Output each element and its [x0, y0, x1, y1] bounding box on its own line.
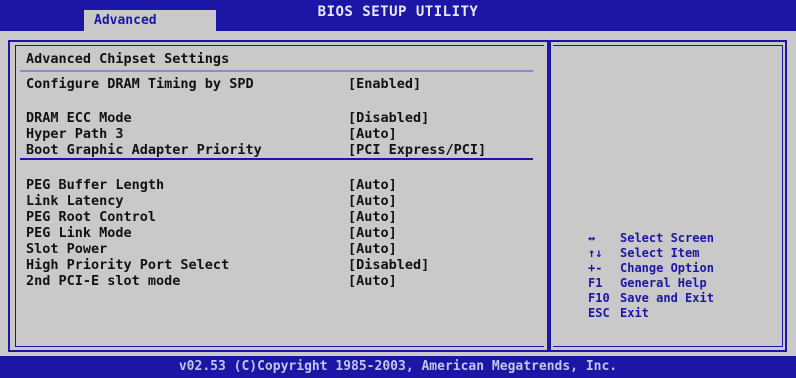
setting-value-hyper-path-3[interactable]: [Auto]: [348, 126, 397, 142]
setting-label-2nd-pcie-slot-mode[interactable]: 2nd PCI-E slot mode: [26, 273, 180, 289]
setting-value-link-latency[interactable]: [Auto]: [348, 193, 397, 209]
left-right-arrow-icon: ↔: [588, 231, 596, 245]
tab-advanced[interactable]: Advanced: [84, 10, 216, 31]
setting-value-slot-power[interactable]: [Auto]: [348, 241, 397, 257]
help-save-and-exit: Save and Exit: [620, 291, 714, 305]
setting-value-dram-timing-spd[interactable]: [Enabled]: [348, 76, 421, 92]
help-general-help: General Help: [620, 276, 707, 290]
setting-label-peg-buffer-length[interactable]: PEG Buffer Length: [26, 177, 164, 193]
f1-key: F1: [588, 276, 603, 290]
up-down-arrow-icon: ↑↓: [588, 246, 603, 260]
setting-label-slot-power[interactable]: Slot Power: [26, 241, 107, 257]
copyright-text: v02.53 (C)Copyright 1985-2003, American …: [178, 359, 618, 374]
setting-label-hyper-path-3[interactable]: Hyper Path 3: [26, 126, 124, 142]
help-change-option: Change Option: [620, 261, 714, 275]
setting-label-boot-graphic-adapter[interactable]: Boot Graphic Adapter Priority: [26, 142, 262, 158]
panel-divider: [547, 40, 550, 352]
setting-label-link-latency[interactable]: Link Latency: [26, 193, 124, 209]
esc-key: ESC: [588, 306, 610, 320]
setting-value-peg-root-control[interactable]: [Auto]: [348, 209, 397, 225]
f10-key: F10: [588, 291, 610, 305]
setting-value-peg-link-mode[interactable]: [Auto]: [348, 225, 397, 241]
setting-label-dram-timing-spd[interactable]: Configure DRAM Timing by SPD: [26, 76, 254, 92]
setting-value-high-priority-port[interactable]: [Disabled]: [348, 257, 429, 273]
setting-label-dram-ecc-mode[interactable]: DRAM ECC Mode: [26, 110, 132, 126]
section-title-underline: [20, 70, 533, 72]
help-select-screen: Select Screen: [620, 231, 714, 245]
setting-value-2nd-pcie-slot-mode[interactable]: [Auto]: [348, 273, 397, 289]
help-exit: Exit: [620, 306, 649, 320]
section-title: Advanced Chipset Settings: [26, 51, 230, 67]
setting-value-peg-buffer-length[interactable]: [Auto]: [348, 177, 397, 193]
setting-label-high-priority-port[interactable]: High Priority Port Select: [26, 257, 229, 273]
help-select-item: Select Item: [620, 246, 700, 260]
group-divider: [20, 158, 533, 160]
setting-label-peg-link-mode[interactable]: PEG Link Mode: [26, 225, 132, 241]
setting-value-boot-graphic-adapter[interactable]: [PCI Express/PCI]: [348, 142, 486, 158]
setting-value-dram-ecc-mode[interactable]: [Disabled]: [348, 110, 429, 126]
setting-label-peg-root-control[interactable]: PEG Root Control: [26, 209, 156, 225]
plus-minus-key: +-: [588, 261, 603, 275]
